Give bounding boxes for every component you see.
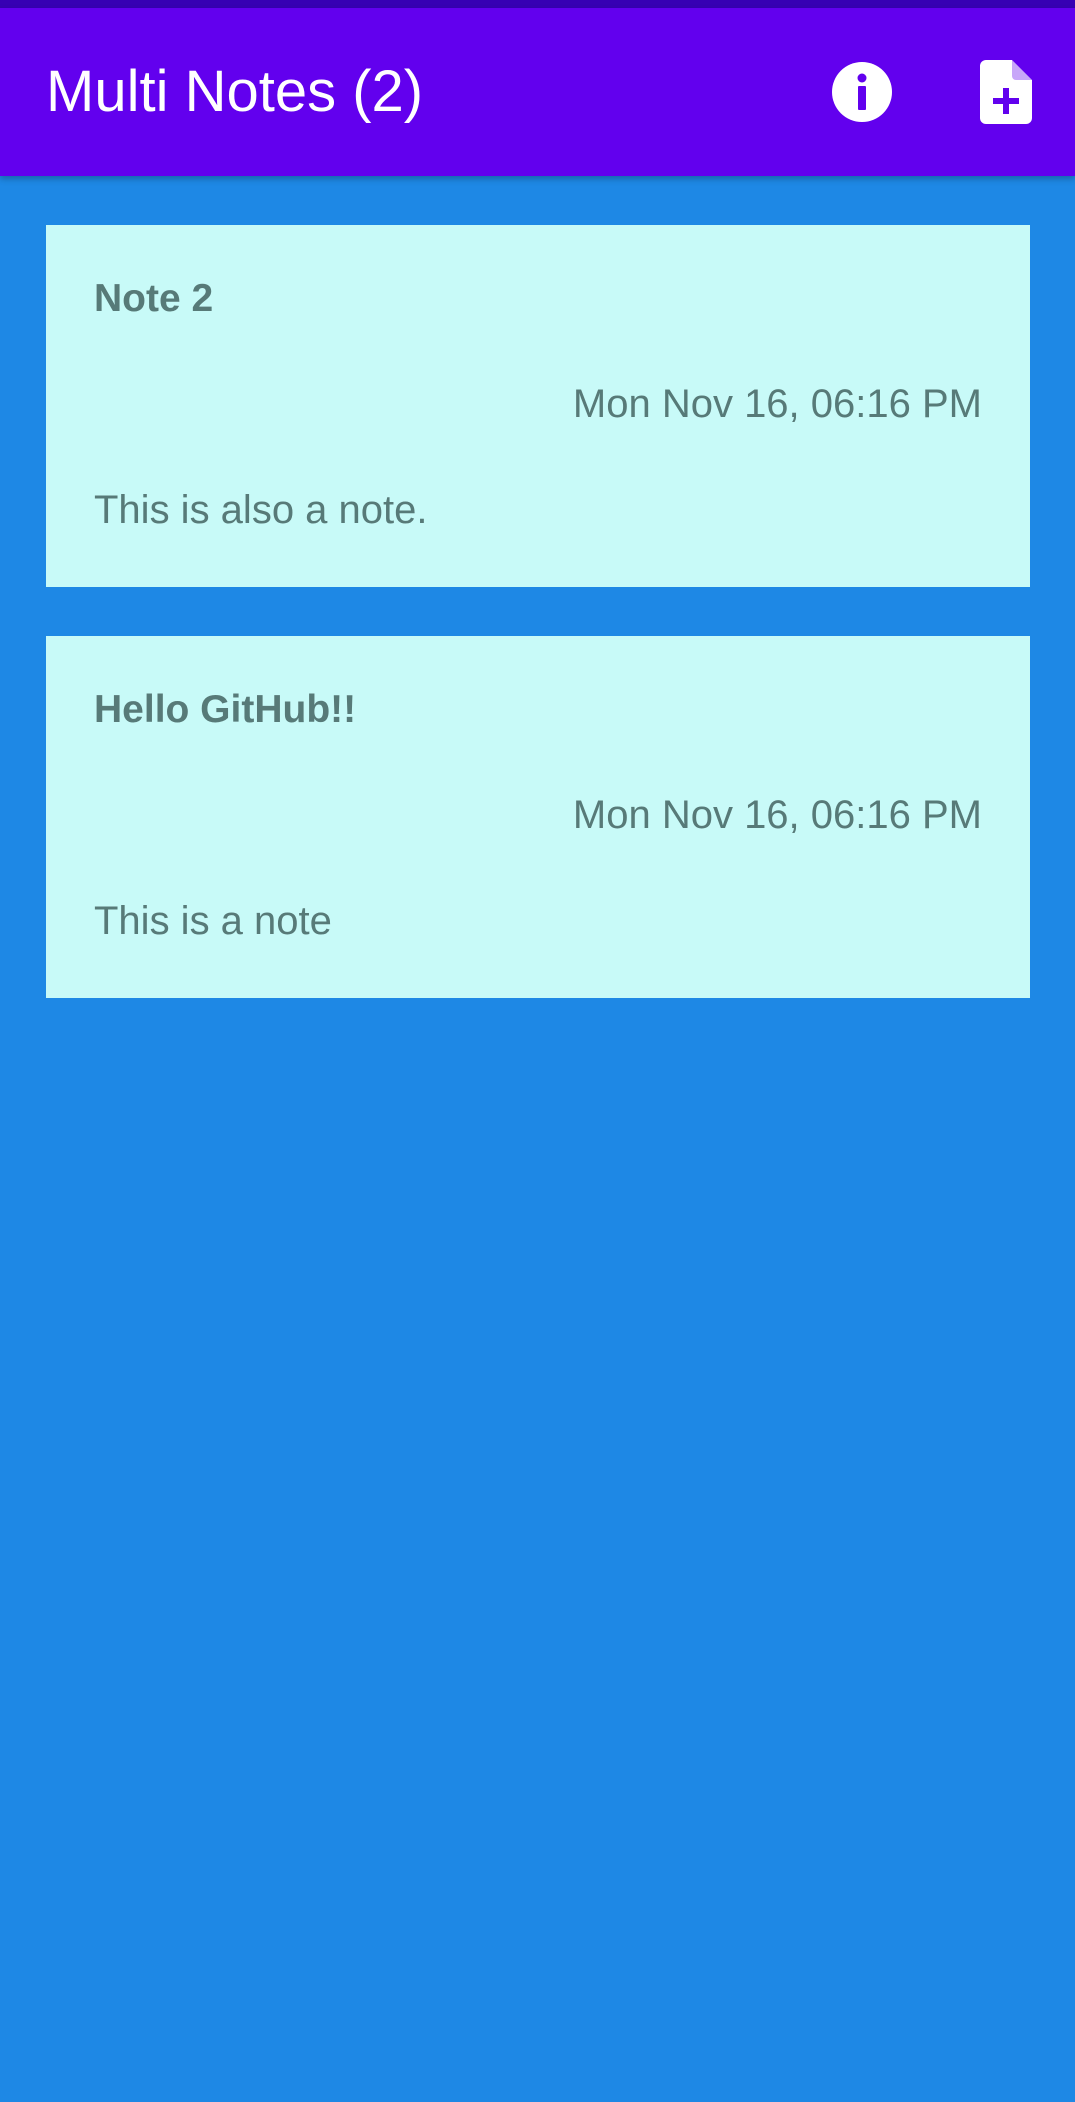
note-date: Mon Nov 16, 06:16 PM — [572, 382, 982, 426]
info-button[interactable] — [826, 56, 898, 128]
note-card[interactable]: Hello GitHub!! Mon Nov 16, 06:16 PM This… — [46, 636, 1030, 998]
app-bar: Multi Notes (2) — [0, 8, 1075, 176]
status-bar — [0, 0, 1075, 8]
notes-list: Note 2 Mon Nov 16, 06:16 PM This is also… — [46, 225, 1030, 1047]
note-body: This is a note — [94, 899, 332, 943]
add-note-button[interactable] — [970, 56, 1042, 128]
note-date: Mon Nov 16, 06:16 PM — [572, 793, 982, 837]
note-title: Note 2 — [94, 277, 214, 320]
note-card[interactable]: Note 2 Mon Nov 16, 06:16 PM This is also… — [46, 225, 1030, 587]
note-title: Hello GitHub!! — [94, 688, 357, 731]
note-body: This is also a note. — [94, 488, 428, 532]
info-icon — [832, 62, 892, 122]
app-title: Multi Notes (2) — [46, 59, 424, 124]
note-add-icon — [980, 60, 1032, 124]
